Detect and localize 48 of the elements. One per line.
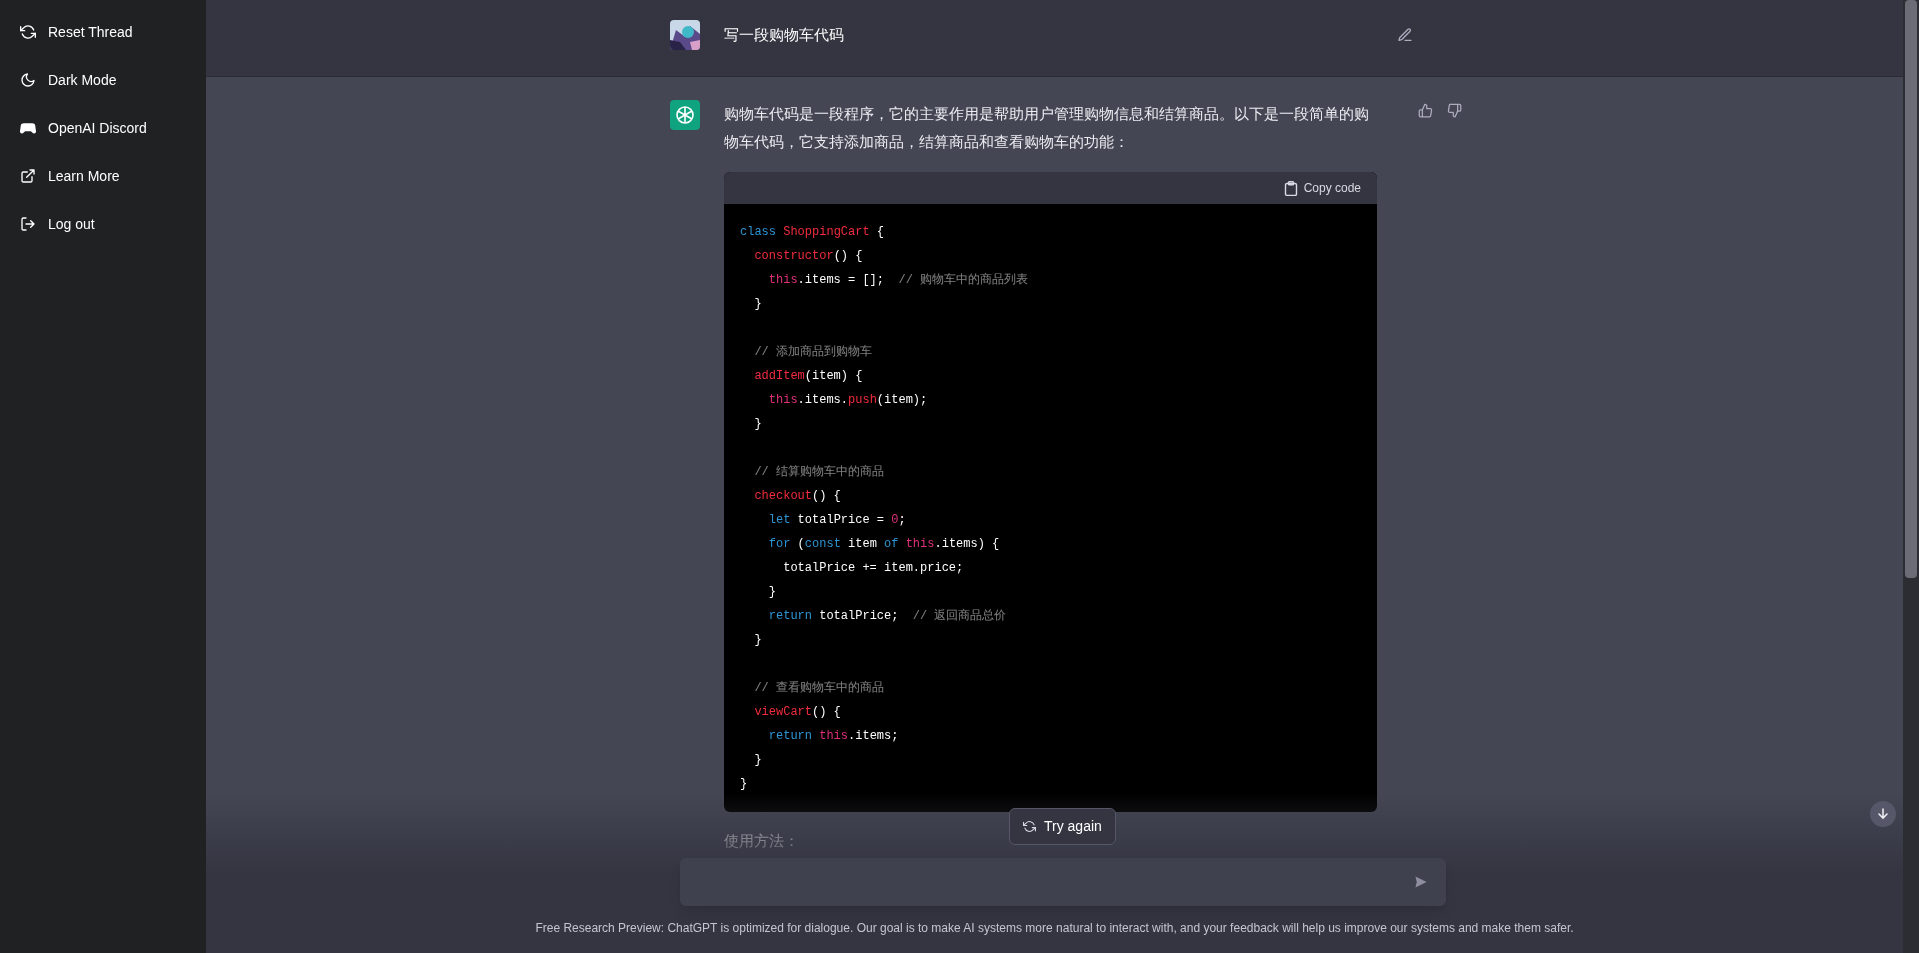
arrow-down-icon xyxy=(1877,808,1889,820)
code-line: this.items.push(item); xyxy=(767,392,928,409)
code-line: } xyxy=(740,776,748,793)
code-line: } xyxy=(767,584,776,601)
logout-icon xyxy=(20,216,36,232)
thumbs-up-icon[interactable] xyxy=(1418,103,1433,118)
assistant-message: 购物车代码是一段程序，它的主要作用是帮助用户管理购物信息和结算商品。以下是一段简单的购物车代码，它支持添加商品，结算商品和查看购物车的功能： xyxy=(724,104,1370,152)
sidebar-item[interactable]: Learn More xyxy=(3,159,200,193)
code-line: return totalPrice; // 返回商品总价 xyxy=(767,608,1007,625)
moon-icon xyxy=(20,72,36,88)
code-line: } xyxy=(753,632,762,649)
code-line: return this.items; xyxy=(767,728,899,745)
sidebar-item[interactable]: Dark Mode xyxy=(3,63,200,97)
clipboard-icon xyxy=(1283,180,1298,196)
assistant-logo-icon xyxy=(670,100,700,130)
controller-icon xyxy=(20,120,36,136)
code-line: let totalPrice = 0; xyxy=(767,512,906,529)
code-line: totalPrice += item.price; xyxy=(782,560,964,577)
code-line: // 结算购物车中的商品 xyxy=(753,464,884,481)
scroll-down-button[interactable] xyxy=(1870,801,1896,827)
sidebar-item[interactable]: Log out xyxy=(3,207,200,241)
code-line: class ShoppingCart { xyxy=(740,224,885,241)
code-line: checkout() { xyxy=(753,488,841,505)
scrollbar-thumb[interactable] xyxy=(1905,0,1917,578)
footer-text: Free Research Preview: ChatGPT is optimized for dialogue. Our goal is to make AI systems more natural to interact with, and your feedback will help us improve our systems and make them safer. xyxy=(534,920,1575,937)
code-line: // 添加商品到购物车 xyxy=(753,344,872,361)
send-icon[interactable] xyxy=(1414,875,1428,889)
sidebar-item[interactable]: Reset Thread xyxy=(3,15,200,49)
user-message: 写一段购物车代码 xyxy=(724,24,845,45)
code-line: constructor() { xyxy=(753,248,863,265)
refresh-icon xyxy=(20,24,36,40)
code-line: // 查看购物车中的商品 xyxy=(753,680,884,697)
code-line: addItem(item) { xyxy=(753,368,863,385)
code-line: viewCart() { xyxy=(753,704,841,721)
code-line: this.items = []; // 购物车中的商品列表 xyxy=(767,272,1029,289)
code-line: } xyxy=(753,752,762,769)
external-link-icon xyxy=(20,168,36,184)
code-line: } xyxy=(753,416,762,433)
copy-code-button[interactable]: Copy code xyxy=(1283,179,1361,197)
thumbs-down-icon[interactable] xyxy=(1447,103,1462,118)
edit-icon[interactable] xyxy=(1397,27,1413,43)
code-line: } xyxy=(753,296,762,313)
message-input[interactable] xyxy=(680,858,1446,906)
code-line: for (const item of this.items) { xyxy=(767,536,1000,553)
paragraph-text: 使用方法： xyxy=(724,831,799,851)
try-again-button[interactable]: Try again xyxy=(1009,808,1116,845)
refresh-icon xyxy=(1023,820,1036,833)
sidebar-item[interactable]: OpenAI Discord xyxy=(3,111,200,145)
